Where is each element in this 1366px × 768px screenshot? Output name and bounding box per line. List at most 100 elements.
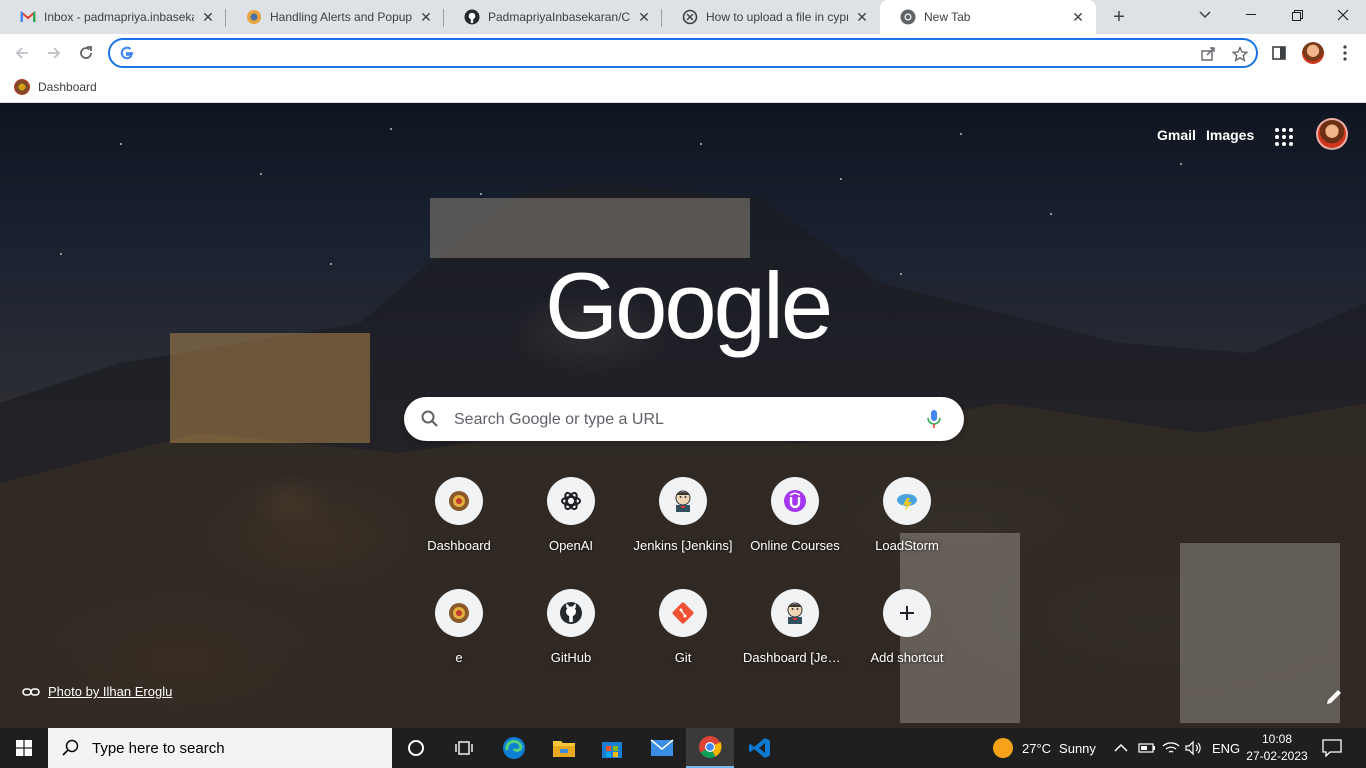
shortcut-label: e (455, 650, 463, 665)
apps-grid-icon[interactable] (1272, 125, 1296, 149)
close-icon[interactable]: ✕ (418, 9, 434, 25)
tab-title: Inbox - padmapriya.inbasekaran (44, 10, 194, 24)
shortcut-add[interactable]: Add shortcut (851, 589, 963, 701)
bookmark-star-icon[interactable] (1230, 44, 1250, 64)
shortcut-dashboard-jenkins[interactable]: Dashboard [Jenkins] (739, 589, 851, 701)
show-hidden-icons[interactable] (1114, 728, 1128, 768)
notification-center[interactable] (1322, 728, 1342, 768)
taskbar-chrome[interactable] (686, 728, 734, 768)
tab-search-button[interactable] (1182, 0, 1228, 30)
close-window-button[interactable] (1320, 0, 1366, 30)
tab-new-tab[interactable]: New Tab ✕ (880, 0, 1096, 34)
cortana-button[interactable] (392, 728, 440, 768)
weather-widget[interactable]: 27°C Sunny (992, 728, 1096, 768)
tab-upload-file[interactable]: How to upload a file in cypress ✕ (662, 0, 880, 34)
photo-credit-link[interactable]: Photo by Ilhan Eroglu (22, 684, 172, 699)
shortcut-openai[interactable]: OpenAI (515, 477, 627, 589)
dashboard-icon (435, 477, 483, 525)
close-icon[interactable]: ✕ (636, 9, 652, 25)
taskbar-file-explorer[interactable] (540, 728, 588, 768)
tab-github[interactable]: PadmapriyaInbasekaran/Cypress ✕ (444, 0, 662, 34)
cortana-icon (408, 740, 424, 756)
address-bar[interactable] (108, 38, 1258, 68)
tab-title: New Tab (924, 10, 971, 24)
share-icon[interactable] (1198, 44, 1218, 64)
taskbar-mail[interactable] (638, 728, 686, 768)
shortcut-label: LoadStorm (875, 538, 939, 553)
shortcut-online-courses[interactable]: Online Courses (739, 477, 851, 589)
tab-title: PadmapriyaInbasekaran/Cypress (488, 10, 630, 24)
account-avatar[interactable] (1316, 118, 1348, 150)
google-g-icon (120, 46, 134, 60)
search-box[interactable]: Search Google or type a URL (404, 397, 964, 441)
bookmark-dashboard[interactable]: Dashboard (14, 77, 97, 97)
shortcut-jenkins[interactable]: Jenkins [Jenkins] (627, 477, 739, 589)
restore-button[interactable] (1274, 0, 1320, 30)
close-icon[interactable]: ✕ (200, 9, 216, 25)
back-button[interactable] (8, 39, 36, 67)
taskbar-vscode[interactable] (736, 728, 784, 768)
reload-button[interactable] (72, 39, 100, 67)
close-icon[interactable]: ✕ (854, 9, 870, 25)
menu-button[interactable] (1334, 42, 1356, 64)
clock-time: 10:08 (1261, 732, 1293, 746)
images-link[interactable]: Images (1206, 127, 1254, 143)
shortcut-dashboard[interactable]: Dashboard (403, 477, 515, 589)
profile-avatar[interactable] (1302, 42, 1324, 64)
bookmark-label: Dashboard (38, 80, 97, 94)
shortcut-label: Git (674, 650, 692, 665)
github-icon (464, 9, 480, 25)
system-clock[interactable]: 10:08 27-02-2023 (1244, 731, 1310, 765)
loadstorm-icon (883, 477, 931, 525)
github-icon (547, 589, 595, 637)
close-icon[interactable]: ✕ (1070, 9, 1086, 25)
new-tab-page: Gmail Images Google Search Google or typ… (0, 103, 1366, 728)
taskbar-search-placeholder: Type here to search (92, 739, 225, 757)
weather-condition: Sunny (1059, 740, 1096, 756)
cypress-icon (682, 9, 698, 25)
taskbar-store[interactable] (588, 728, 636, 768)
side-panel-button[interactable] (1268, 42, 1290, 64)
notification-icon (1322, 739, 1342, 757)
start-button[interactable] (0, 728, 48, 768)
task-view-button[interactable] (440, 728, 488, 768)
chrome-icon (900, 9, 916, 25)
gmail-link[interactable]: Gmail (1157, 127, 1196, 143)
arrow-left-icon (15, 47, 28, 59)
shortcut-e[interactable]: e (403, 589, 515, 701)
windows-logo-icon (16, 740, 32, 756)
chrome-icon (699, 736, 722, 758)
minimize-button[interactable] (1228, 0, 1274, 30)
sun-icon (993, 738, 1013, 758)
shortcut-loadstorm[interactable]: LoadStorm (851, 477, 963, 589)
search-icon (62, 739, 79, 756)
more-vert-icon (1343, 45, 1347, 61)
vscode-icon (749, 738, 770, 758)
forward-button[interactable] (40, 39, 68, 67)
windows-taskbar: Type here to search 27°C Sunny ENG 10:08… (0, 728, 1366, 768)
shortcut-label: Dashboard [Jenkins] (743, 650, 847, 665)
shortcut-label: Dashboard (427, 538, 491, 553)
shortcut-github[interactable]: GitHub (515, 589, 627, 701)
network-tray[interactable] (1162, 728, 1180, 768)
microphone-icon[interactable] (924, 408, 944, 430)
volume-icon (1185, 740, 1201, 756)
browser-toolbar (0, 34, 1366, 72)
taskbar-search[interactable]: Type here to search (48, 728, 392, 768)
language-indicator[interactable]: ENG (1212, 728, 1240, 768)
volume-tray[interactable] (1185, 728, 1203, 768)
customize-pencil-icon[interactable] (1323, 686, 1345, 708)
weather-temp: 27°C (1022, 740, 1052, 756)
tab-handling-alerts[interactable]: Handling Alerts and Popups in ✕ (226, 0, 444, 34)
taskbar-edge[interactable] (490, 728, 538, 768)
shortcut-label: OpenAI (548, 538, 594, 553)
tab-gmail[interactable]: Inbox - padmapriya.inbasekaran ✕ (0, 0, 226, 34)
gmail-icon (20, 9, 36, 25)
address-input[interactable] (142, 44, 1182, 62)
tab-strip: Inbox - padmapriya.inbasekaran ✕ Handlin… (0, 0, 1366, 34)
close-icon (1337, 9, 1349, 21)
chevron-up-icon (1114, 744, 1128, 752)
new-tab-button[interactable]: + (1106, 5, 1132, 29)
shortcut-git[interactable]: Git (627, 589, 739, 701)
battery-tray[interactable] (1138, 728, 1156, 768)
